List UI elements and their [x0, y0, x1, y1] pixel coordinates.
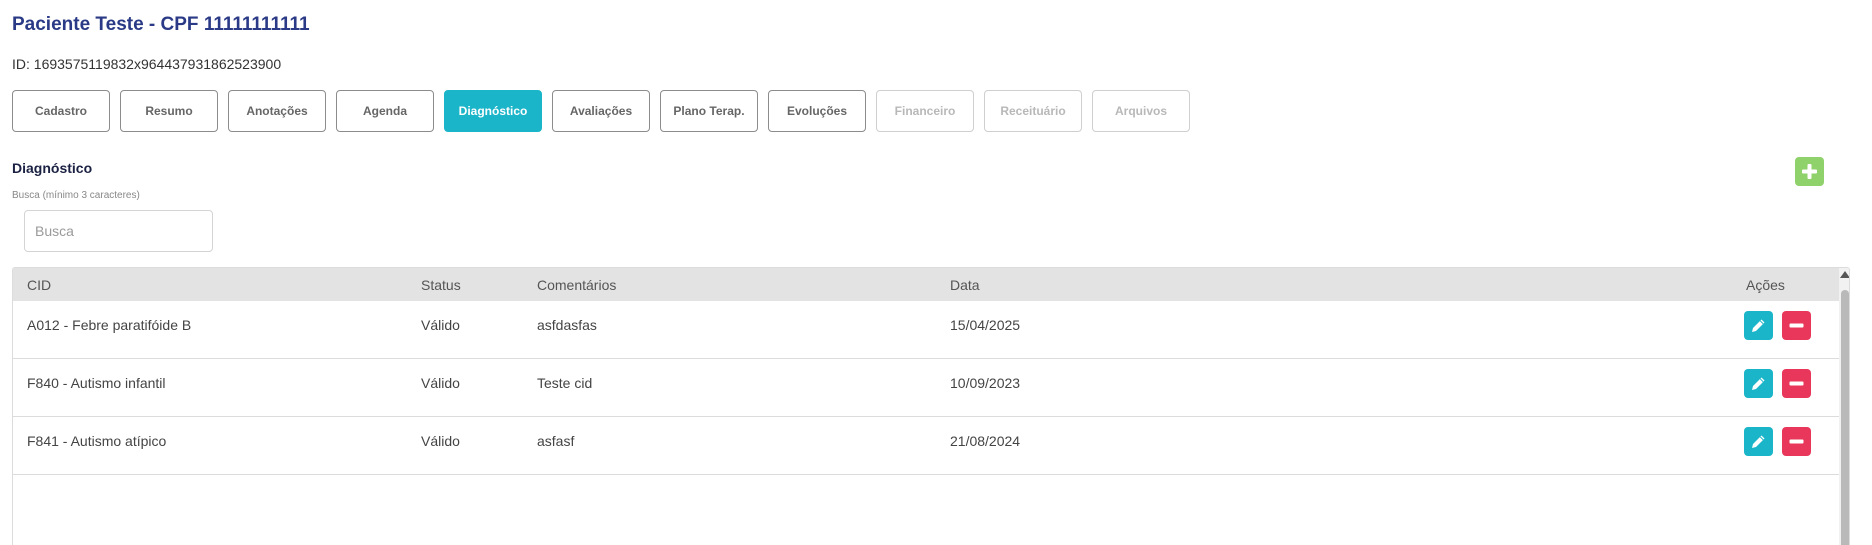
cell-comentarios: Teste cid [537, 375, 593, 391]
cell-data: 10/09/2023 [950, 375, 1021, 391]
tab-avaliacoes[interactable]: Avaliações [552, 90, 650, 132]
cell-comentarios: asfasf [537, 433, 575, 449]
add-diagnosis-button[interactable] [1795, 157, 1824, 186]
header-data: Data [950, 277, 980, 293]
cell-status: Válido [421, 375, 460, 391]
edit-button[interactable] [1744, 369, 1773, 398]
minus-icon [1789, 323, 1804, 328]
cell-cid: A012 - Febre paratifóide B [27, 317, 192, 333]
tab-cadastro[interactable]: Cadastro [12, 90, 110, 132]
patient-id: ID: 1693575119832x964437931862523900 [12, 56, 282, 72]
header-cid: CID [27, 277, 52, 293]
remove-button[interactable] [1782, 369, 1811, 398]
table-row: A012 - Febre paratifóide B Válido asfdas… [13, 301, 1839, 359]
cell-data: 15/04/2025 [950, 317, 1021, 333]
scrollbar-thumb[interactable] [1841, 290, 1849, 545]
tab-diagnostico[interactable]: Diagnóstico [444, 90, 542, 132]
section-title: Diagnóstico [12, 160, 93, 176]
table-row: F840 - Autismo infantil Válido Teste cid… [13, 359, 1839, 417]
cell-comentarios: asfdasfas [537, 317, 597, 333]
table-header: CID Status Comentários Data Ações [13, 268, 1839, 301]
search-input[interactable] [24, 210, 213, 252]
minus-icon [1789, 381, 1804, 386]
tab-agenda[interactable]: Agenda [336, 90, 434, 132]
pencil-icon [1752, 319, 1765, 332]
tab-resumo[interactable]: Resumo [120, 90, 218, 132]
scroll-up-arrow-icon[interactable] [1840, 271, 1849, 278]
tab-plano-terap[interactable]: Plano Terap. [660, 90, 758, 132]
patient-title: Paciente Teste - CPF 11111111111 [12, 14, 310, 35]
header-acoes: Ações [1746, 277, 1785, 293]
minus-icon [1789, 439, 1804, 444]
cell-status: Válido [421, 433, 460, 449]
table-scrollbar[interactable] [1839, 268, 1849, 545]
tab-evolucoes[interactable]: Evoluções [768, 90, 866, 132]
cell-cid: F840 - Autismo infantil [27, 375, 166, 391]
cell-status: Válido [421, 317, 460, 333]
header-comentarios: Comentários [537, 277, 617, 293]
edit-button[interactable] [1744, 427, 1773, 456]
tab-bar: Cadastro Resumo Anotações Agenda Diagnós… [12, 90, 1190, 132]
remove-button[interactable] [1782, 427, 1811, 456]
cell-cid: F841 - Autismo atípico [27, 433, 167, 449]
pencil-icon [1752, 435, 1765, 448]
pencil-icon [1752, 377, 1765, 390]
edit-button[interactable] [1744, 311, 1773, 340]
search-label: Busca (mínimo 3 caracteres) [12, 190, 140, 201]
remove-button[interactable] [1782, 311, 1811, 340]
table-row: F841 - Autismo atípico Válido asfasf 21/… [13, 417, 1839, 475]
tab-receituario[interactable]: Receituário [984, 90, 1082, 132]
cell-data: 21/08/2024 [950, 433, 1021, 449]
header-status: Status [421, 277, 461, 293]
tab-arquivos[interactable]: Arquivos [1092, 90, 1190, 132]
plus-icon [1802, 164, 1817, 179]
tab-financeiro[interactable]: Financeiro [876, 90, 974, 132]
diagnosis-table: CID Status Comentários Data Ações A012 -… [12, 267, 1850, 545]
tab-anotacoes[interactable]: Anotações [228, 90, 326, 132]
